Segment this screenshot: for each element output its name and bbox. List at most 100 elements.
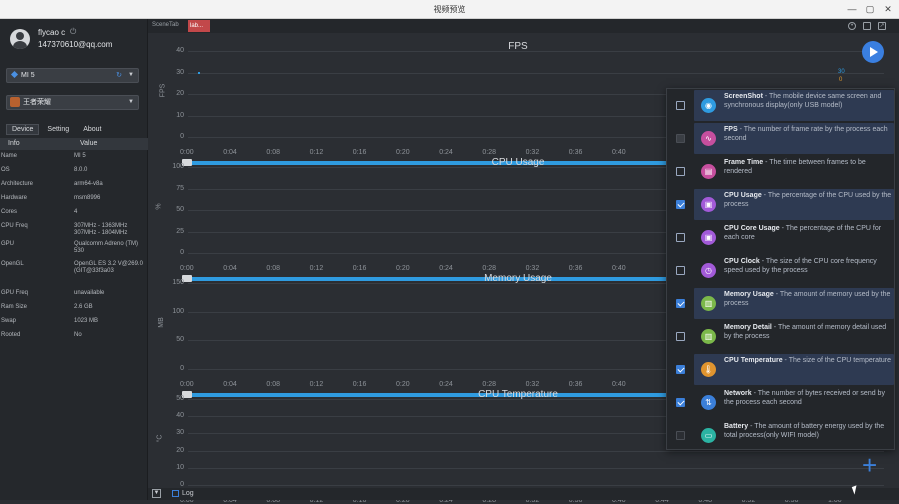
- metric-item[interactable]: ▤ Frame Time - The time between frames to…: [667, 155, 896, 188]
- metric-checkbox[interactable]: [676, 266, 685, 275]
- metric-item[interactable]: ▣ CPU Core Usage - The percentage of the …: [667, 221, 896, 254]
- info-key: Ram Size: [1, 304, 28, 310]
- metric-checkbox[interactable]: [676, 134, 685, 143]
- y-tick-label: 0: [180, 365, 184, 372]
- metric-name: ScreenShot: [724, 93, 763, 100]
- metric-item[interactable]: ◷ CPU Clock - The size of the CPU core fr…: [667, 254, 896, 287]
- metric-item[interactable]: ▥ Memory Usage - The amount of memory use…: [667, 287, 896, 320]
- expand-icon[interactable]: ▼: [152, 489, 161, 498]
- info-table-header: Info Value: [0, 138, 148, 150]
- x-tick-label: 0:24: [439, 265, 453, 272]
- info-key: Swap: [1, 318, 17, 324]
- refresh-icon[interactable]: ↻: [116, 69, 122, 82]
- x-tick-label: 0:40: [612, 265, 626, 272]
- minimize-icon[interactable]: —: [846, 3, 858, 15]
- metric-checkbox[interactable]: [676, 200, 685, 209]
- metric-checkbox[interactable]: [676, 101, 685, 110]
- metric-name: Network: [724, 390, 752, 397]
- metric-item[interactable]: ▥ Memory Detail - The amount of memory de…: [667, 320, 896, 353]
- metric-checkbox[interactable]: [676, 233, 685, 242]
- metric-checkbox[interactable]: [676, 365, 685, 374]
- info-value: unavailable: [74, 290, 105, 296]
- x-tick-label: 0:36: [568, 149, 583, 156]
- camera-icon: ◉: [701, 98, 716, 113]
- x-tick-label: 0:00: [180, 381, 194, 388]
- metric-description: ScreenShot - The mobile device same scre…: [724, 92, 892, 110]
- info-value: Qualcomm Adreno (TM) 530: [74, 241, 139, 254]
- game-select[interactable]: 王者荣耀 ▼: [6, 95, 139, 110]
- y-tick-label: 30: [176, 68, 184, 76]
- scene-tab-bar: SceneTab lab... • ↗: [148, 19, 899, 33]
- metric-item[interactable]: ◉ ScreenShot - The mobile device same scr…: [667, 89, 896, 122]
- info-key: GPU: [1, 241, 15, 247]
- fps-min-value: 0: [839, 77, 843, 83]
- location-icon[interactable]: •: [848, 22, 856, 30]
- metric-checkbox[interactable]: [676, 431, 685, 440]
- cpu-core-icon: ▣: [701, 230, 716, 245]
- header-value: Value: [80, 140, 98, 147]
- info-key: GPU Freq: [1, 290, 29, 296]
- battery-icon: ▭: [701, 428, 716, 443]
- x-tick-label: 0:08: [266, 381, 281, 388]
- metric-description: CPU Clock - The size of the CPU core fre…: [724, 257, 892, 275]
- add-icon[interactable]: +: [862, 452, 877, 478]
- metric-item[interactable]: 🌡 CPU Temperature - The size of the CPU t…: [667, 353, 896, 386]
- grid-line: [188, 72, 884, 74]
- user-email: 147370610@qq.com: [38, 40, 113, 49]
- maximize-icon[interactable]: ▢: [864, 3, 876, 15]
- tab-lab[interactable]: lab...: [188, 20, 210, 32]
- metric-name: CPU Core Usage: [724, 225, 780, 232]
- metric-description: Memory Detail - The amount of memory det…: [724, 323, 892, 341]
- device-select[interactable]: MI 5 ↻ ▼: [6, 68, 139, 83]
- metric-description: Network - The number of bytes received o…: [724, 389, 892, 407]
- metric-description: CPU Temperature - The size of the CPU te…: [724, 356, 892, 365]
- x-tick-label: 0:28: [482, 149, 497, 156]
- close-icon[interactable]: ✕: [882, 3, 894, 15]
- x-tick-label: 0:04: [223, 265, 237, 272]
- info-value: 8.0.0: [74, 167, 88, 173]
- tab-setting[interactable]: Setting: [41, 124, 75, 135]
- data-point: [197, 71, 200, 74]
- x-tick-label: 0:12: [309, 149, 324, 156]
- y-tick-label: 100: [172, 163, 184, 170]
- metric-item[interactable]: ∿ FPS - The number of frame rate by the p…: [667, 122, 896, 155]
- metric-desc-text: - The number of frame rate by the proces…: [724, 126, 888, 142]
- metric-item[interactable]: ⇅ Network - The number of bytes received …: [667, 386, 896, 419]
- metric-item[interactable]: ▭ Battery - The amount of battery energy …: [667, 419, 896, 452]
- grid-line: [188, 51, 884, 52]
- info-value: 2.6 GB: [74, 304, 93, 310]
- fps-value: 30: [838, 69, 845, 75]
- x-tick-label: 0:04: [223, 381, 237, 388]
- x-tick-label: 0:28: [482, 265, 497, 272]
- tab-device[interactable]: Device: [6, 124, 40, 135]
- folder-icon[interactable]: [863, 22, 871, 30]
- metric-name: CPU Usage: [724, 192, 762, 199]
- metric-item[interactable]: ▣ CPU Usage - The percentage of the CPU u…: [667, 188, 896, 221]
- avatar[interactable]: [10, 29, 30, 49]
- frame-icon: ▤: [701, 164, 716, 179]
- y-tick-label: 150: [172, 279, 184, 286]
- metric-checkbox[interactable]: [676, 332, 685, 341]
- y-tick-label: 10: [176, 111, 184, 119]
- y-tick-label: 20: [176, 90, 184, 97]
- log-checkbox[interactable]: [172, 490, 179, 497]
- metric-checkbox[interactable]: [676, 299, 685, 308]
- memory-detail-icon: ▥: [701, 329, 716, 344]
- info-key: Cores: [1, 209, 18, 215]
- tab-about[interactable]: About: [77, 124, 107, 135]
- x-tick-label: 0:00: [180, 149, 194, 156]
- y-axis-label: MB: [157, 317, 165, 328]
- power-icon[interactable]: ⏻: [70, 27, 76, 37]
- game-icon: [10, 97, 20, 108]
- cpu-icon: ▣: [701, 197, 716, 212]
- y-tick-label: 0: [180, 133, 184, 140]
- title-bar: 视频预览 — ▢ ✕: [0, 0, 899, 19]
- export-icon[interactable]: ↗: [878, 22, 886, 30]
- metric-checkbox[interactable]: [676, 167, 685, 176]
- info-value: 4: [74, 209, 78, 215]
- metric-checkbox[interactable]: [676, 398, 685, 407]
- x-tick-label: 0:08: [266, 265, 281, 272]
- play-button[interactable]: [862, 41, 884, 63]
- chevron-down-icon: ▼: [128, 72, 134, 78]
- y-tick-label: 75: [176, 184, 184, 192]
